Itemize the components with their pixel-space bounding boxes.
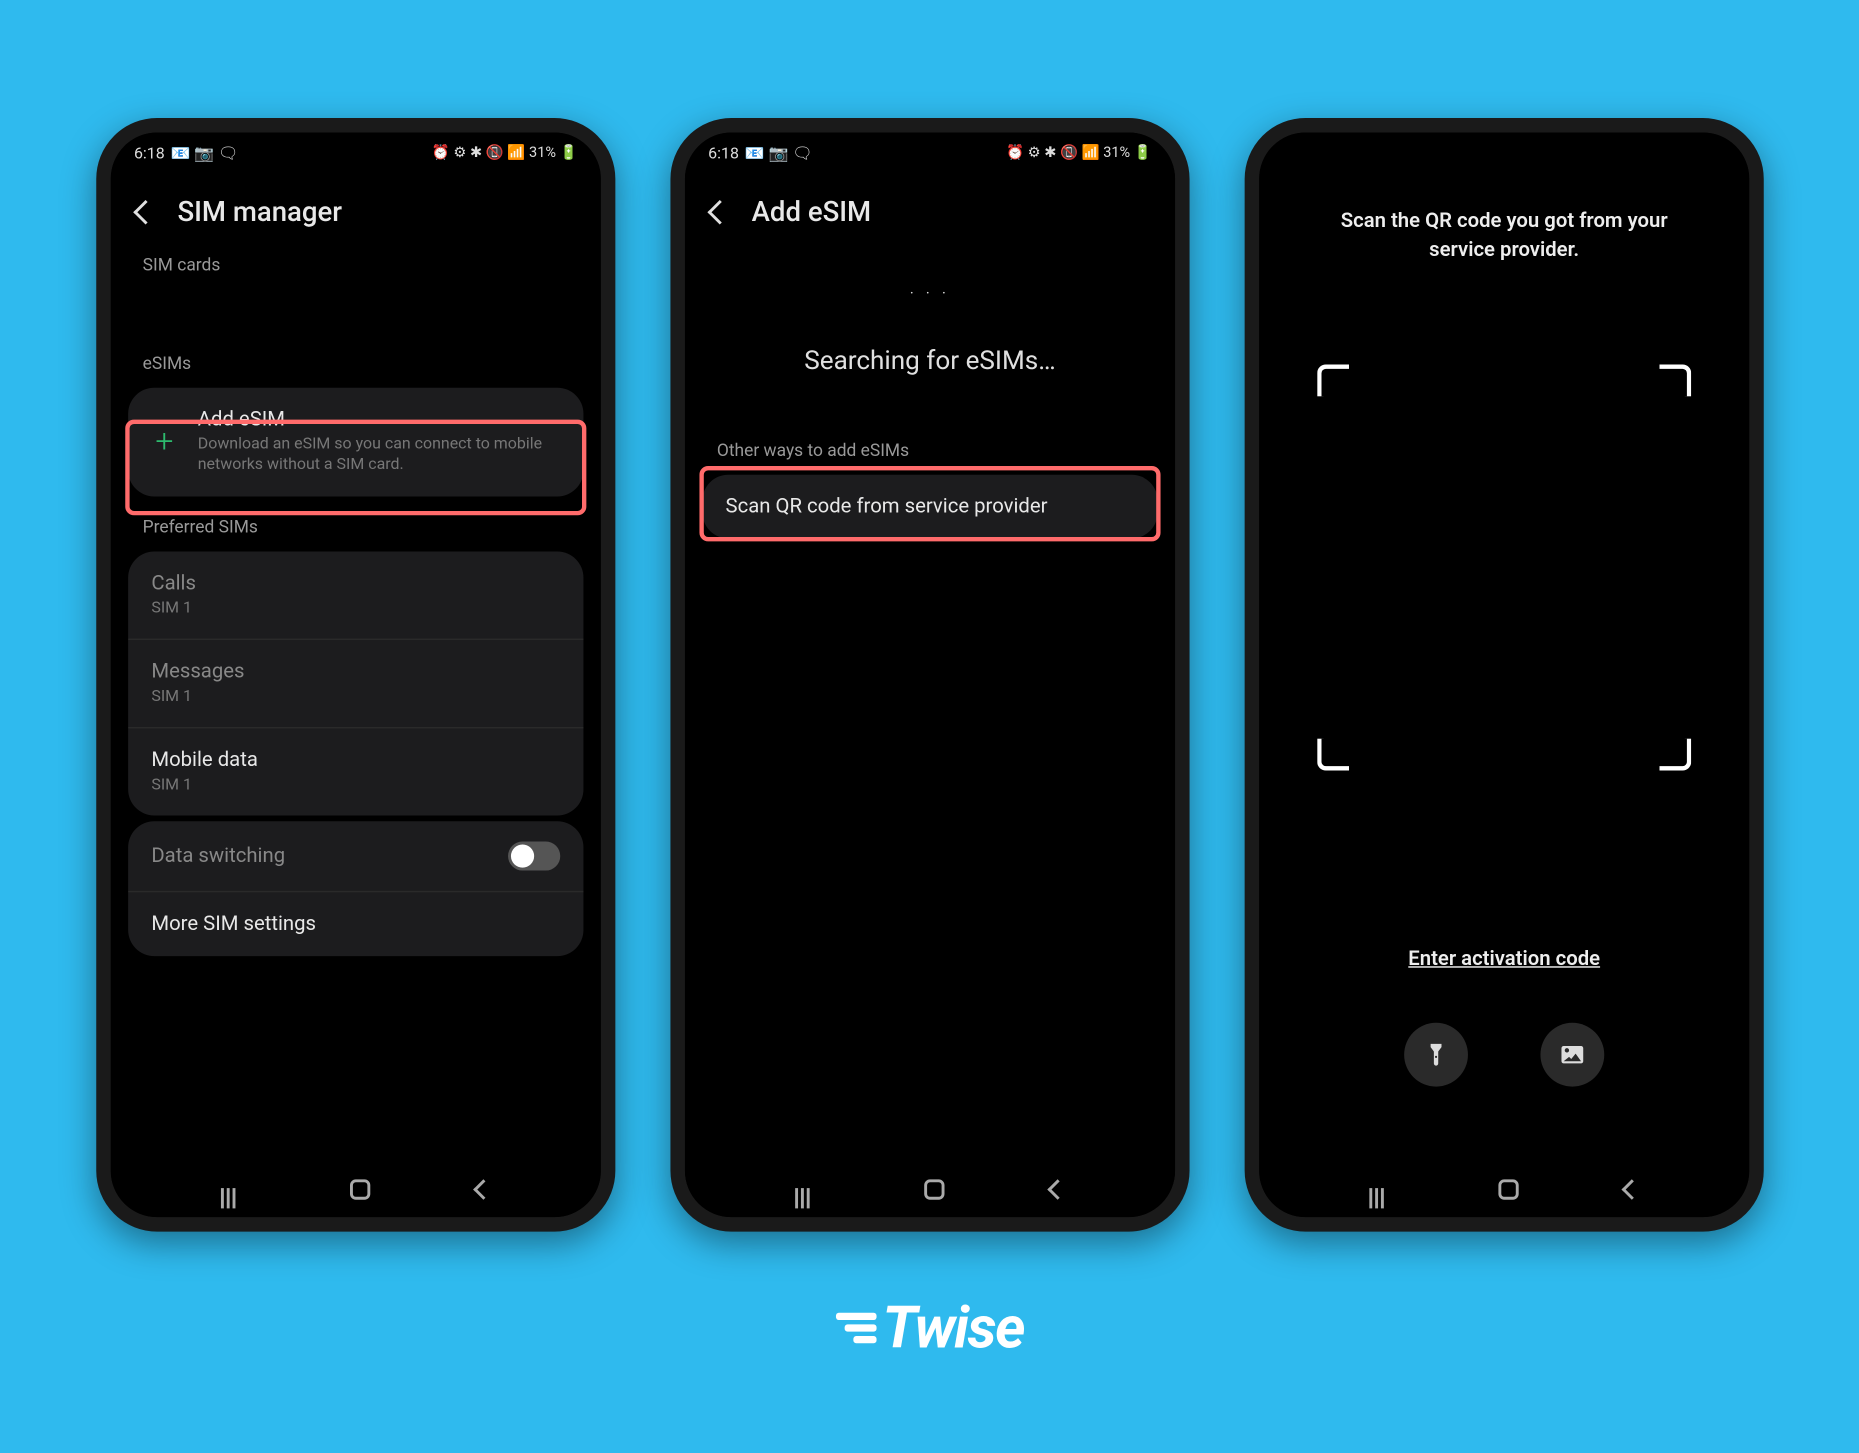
- calls-sub: SIM 1: [151, 597, 560, 618]
- page-title: Add eSIM: [751, 194, 871, 227]
- status-bar: 6:18 📧 📷 🗨 ⏰ ⚙ ✱ 📵 📶 31% 🔋: [110, 132, 600, 168]
- viewfinder-corner: [1659, 364, 1691, 396]
- messages-sub: SIM 1: [151, 686, 560, 707]
- status-bar: 6:18 📧 📷 🗨 ⏰ ⚙ ✱ 📵 📶 31% 🔋: [684, 132, 1174, 168]
- nav-home-icon[interactable]: [924, 1179, 944, 1199]
- section-preferred: Preferred SIMs: [110, 501, 600, 545]
- qr-viewfinder: [1317, 364, 1691, 770]
- nav-back-icon[interactable]: [1621, 1179, 1642, 1200]
- loading-dots: · · ·: [684, 286, 1174, 302]
- mobile-data-title: Mobile data: [151, 749, 560, 772]
- plus-icon: +: [151, 423, 177, 459]
- messages-row[interactable]: Messages SIM 1: [128, 639, 583, 728]
- section-esims: eSIMs: [110, 338, 600, 382]
- data-switching-row[interactable]: Data switching: [128, 821, 583, 892]
- scan-qr-row[interactable]: Scan QR code from service provider: [702, 474, 1157, 538]
- calls-title: Calls: [151, 571, 560, 594]
- status-icons-right: ⏰ ⚙ ✱ 📵 📶 31% 🔋: [431, 145, 577, 161]
- viewfinder-corner: [1659, 738, 1691, 770]
- viewfinder-corner: [1317, 738, 1349, 770]
- add-esim-subtitle: Download an eSIM so you can connect to m…: [197, 434, 560, 475]
- status-icons-left: 📧 📷 🗨: [170, 144, 238, 163]
- back-icon[interactable]: [133, 199, 158, 224]
- more-sim-row[interactable]: More SIM settings: [128, 893, 583, 957]
- nav-recent-icon[interactable]: [221, 1188, 244, 1191]
- scan-instruction: Scan the QR code you got from your servi…: [1259, 132, 1749, 264]
- page-title: SIM manager: [177, 194, 342, 227]
- phone-scan-qr: Scan the QR code you got from your servi…: [1244, 118, 1763, 1232]
- nav-back-icon[interactable]: [1046, 1179, 1067, 1200]
- messages-title: Messages: [151, 660, 560, 683]
- status-icons-left: 📧 📷 🗨: [744, 144, 812, 163]
- twise-logo: Twise: [835, 1293, 1023, 1361]
- phone-sim-manager: 6:18 📧 📷 🗨 ⏰ ⚙ ✱ 📵 📶 31% 🔋 SIM manager SI…: [96, 118, 615, 1232]
- add-esim-title: Add eSIM: [197, 408, 560, 431]
- phone-add-esim: 6:18 📧 📷 🗨 ⏰ ⚙ ✱ 📵 📶 31% 🔋 Add eSIM · · ·…: [670, 118, 1189, 1232]
- nav-recent-icon[interactable]: [1369, 1188, 1392, 1191]
- section-other-ways: Other ways to add eSIMs: [684, 425, 1174, 469]
- searching-text: Searching for eSIMs…: [684, 345, 1174, 375]
- data-switching-toggle[interactable]: [508, 842, 560, 871]
- scan-qr-label: Scan QR code from service provider: [725, 495, 1047, 518]
- logo-wing-icon: [835, 1308, 876, 1347]
- mobile-data-row[interactable]: Mobile data SIM 1: [128, 728, 583, 815]
- status-time: 6:18: [708, 144, 739, 163]
- nav-home-icon[interactable]: [1498, 1179, 1518, 1199]
- logo-text: Twise: [882, 1293, 1024, 1361]
- nav-bar: [110, 1179, 600, 1199]
- back-icon[interactable]: [707, 199, 732, 224]
- nav-bar: [1259, 1179, 1749, 1199]
- nav-back-icon[interactable]: [472, 1179, 493, 1200]
- nav-bar: [684, 1179, 1174, 1199]
- gallery-button[interactable]: [1540, 1022, 1604, 1086]
- section-sim-cards: SIM cards: [110, 251, 600, 283]
- viewfinder-corner: [1317, 364, 1349, 396]
- data-switching-label: Data switching: [151, 845, 487, 868]
- mobile-data-sub: SIM 1: [151, 775, 560, 796]
- nav-recent-icon[interactable]: [795, 1188, 818, 1191]
- enter-activation-link[interactable]: Enter activation code: [1259, 947, 1749, 970]
- nav-home-icon[interactable]: [349, 1179, 369, 1199]
- gallery-icon: [1559, 1041, 1585, 1067]
- more-sim-label: More SIM settings: [151, 913, 560, 936]
- status-icons-right: ⏰ ⚙ ✱ 📵 📶 31% 🔋: [1005, 145, 1151, 161]
- calls-row[interactable]: Calls SIM 1: [128, 550, 583, 639]
- flashlight-button[interactable]: [1404, 1022, 1468, 1086]
- flashlight-icon: [1423, 1041, 1449, 1067]
- add-esim-row[interactable]: + Add eSIM Download an eSIM so you can c…: [128, 387, 583, 495]
- status-time: 6:18: [133, 144, 164, 163]
